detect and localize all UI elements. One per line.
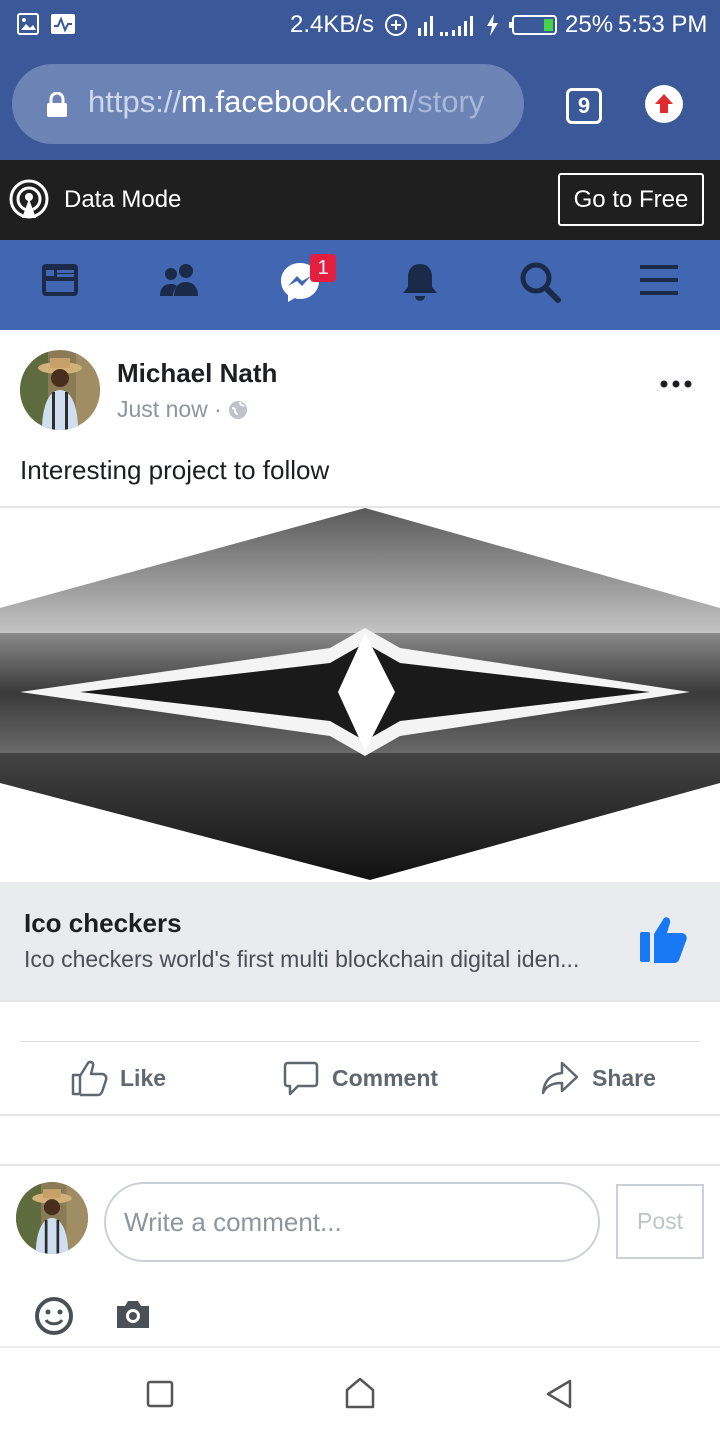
post-actions: Like Comment Share xyxy=(0,1044,720,1114)
link-card[interactable] xyxy=(0,882,720,1000)
comment-label: Comment xyxy=(332,1064,439,1091)
link-title[interactable]: Ico checkers xyxy=(24,908,182,939)
comment-icon xyxy=(283,1061,319,1096)
clock: 5:53 PM xyxy=(618,11,708,38)
actions-bottom-divider xyxy=(0,1114,720,1116)
signal-icon xyxy=(418,16,473,36)
link-description: Ico checkers world's first multi blockch… xyxy=(24,946,580,972)
share-icon xyxy=(541,1061,579,1095)
ico-checkers-logo xyxy=(0,508,720,882)
url-bar[interactable]: https://m.facebook.com/story xyxy=(12,64,524,144)
url-path: /story xyxy=(408,84,485,119)
battery-icon xyxy=(509,15,557,35)
broadcast-icon xyxy=(9,179,49,219)
post-time[interactable]: Just now xyxy=(117,396,208,422)
comment-section-divider xyxy=(0,1164,720,1166)
data-mode-bar: Data Mode Go to Free xyxy=(0,160,720,240)
post-options-button[interactable] xyxy=(656,370,696,398)
battery-level: 25% xyxy=(565,11,614,38)
post-meta: Just now · xyxy=(117,396,248,423)
nav-friends[interactable] xyxy=(158,260,210,312)
bell-icon xyxy=(403,264,437,301)
nav-menu[interactable] xyxy=(638,260,690,312)
profile-photo xyxy=(20,350,100,430)
status-bar: 2.4KB/s 25% 5:53 PM xyxy=(0,0,720,50)
post-text: Interesting project to follow xyxy=(20,455,330,485)
viewer-avatar xyxy=(16,1182,88,1254)
url-text[interactable]: https://m.facebook.com/story xyxy=(88,84,484,120)
menu-icon xyxy=(640,265,678,295)
tab-count-button[interactable]: 9 xyxy=(566,88,602,124)
facebook-nav-bar xyxy=(0,240,720,330)
more-icon xyxy=(660,380,692,388)
like-label: Like xyxy=(120,1064,167,1091)
browser-toolbar: https://m.facebook.com/story 9 xyxy=(0,50,720,160)
gallery-icon xyxy=(17,13,39,35)
messages-badge: 1 xyxy=(310,254,336,282)
author-avatar[interactable] xyxy=(20,350,100,430)
nav-notifications[interactable] xyxy=(398,260,450,312)
url-host: m.facebook.com xyxy=(181,84,409,119)
home-icon[interactable] xyxy=(344,1376,376,1410)
emoji-icon[interactable] xyxy=(34,1296,74,1336)
share-button[interactable]: Share xyxy=(540,1058,656,1098)
nav-news-feed[interactable] xyxy=(40,260,92,312)
arrow-up-icon xyxy=(655,94,673,113)
data-saver-icon xyxy=(385,14,407,36)
link-card-divider xyxy=(0,1000,720,1002)
link-preview-image[interactable] xyxy=(0,508,720,882)
recent-apps-icon[interactable] xyxy=(146,1380,174,1408)
charging-icon xyxy=(487,14,498,36)
upload-button[interactable] xyxy=(645,85,683,123)
camera-icon[interactable] xyxy=(114,1298,152,1332)
post-comment-button[interactable]: Post xyxy=(616,1184,704,1259)
comment-button[interactable]: Comment xyxy=(282,1058,438,1098)
url-scheme: https:// xyxy=(88,84,182,119)
network-speed: 2.4KB/s xyxy=(290,11,375,38)
meta-separator: · xyxy=(214,396,222,422)
data-mode-label: Data Mode xyxy=(64,186,182,213)
share-label: Share xyxy=(592,1064,656,1091)
lock-icon xyxy=(47,92,67,117)
post-author[interactable]: Michael Nath xyxy=(117,358,277,389)
back-icon[interactable] xyxy=(544,1378,574,1410)
globe-icon xyxy=(229,401,248,419)
like-button[interactable]: Like xyxy=(70,1058,166,1098)
thumbs-up-icon xyxy=(71,1060,108,1097)
nav-search[interactable] xyxy=(518,260,570,312)
activity-icon xyxy=(51,14,75,34)
friends-icon xyxy=(160,264,198,296)
actions-top-divider xyxy=(20,1041,700,1042)
comment-input[interactable]: Write a comment... xyxy=(104,1182,600,1262)
search-icon xyxy=(520,262,561,303)
android-navigation-bar xyxy=(0,1346,720,1440)
viewer-profile-photo xyxy=(16,1182,88,1254)
like-thumb-icon[interactable] xyxy=(638,914,690,964)
news-feed-icon xyxy=(42,264,78,296)
go-to-free-button[interactable]: Go to Free xyxy=(558,173,704,226)
